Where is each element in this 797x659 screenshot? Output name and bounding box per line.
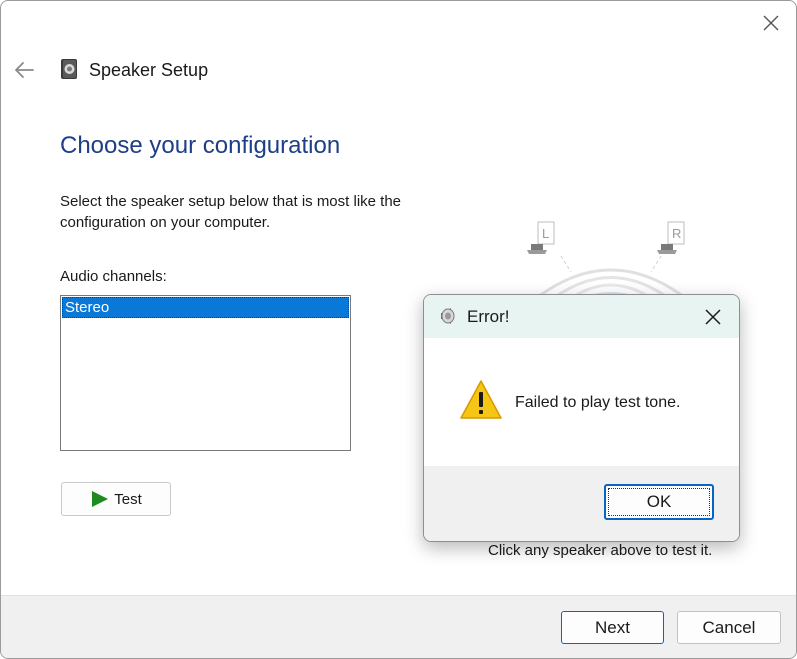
dialog-message: Failed to play test tone. (515, 394, 681, 411)
error-dialog: Error! Failed to play test tone. OK (423, 294, 740, 542)
speaker-icon (441, 308, 455, 324)
window-title: Speaker Setup (89, 60, 209, 80)
dialog-footer: OK (424, 466, 739, 541)
right-speaker[interactable]: R (657, 221, 685, 254)
warning-icon (460, 380, 502, 419)
list-item-stereo[interactable]: Stereo (62, 297, 349, 318)
test-hint: Click any speaker above to test it. (488, 542, 713, 559)
wizard-footer: Next Cancel (1, 595, 796, 658)
dialog-title-bar: Error! (424, 295, 739, 338)
speaker-diagram: L R (527, 221, 694, 306)
audio-channels-label: Audio channels: (60, 268, 167, 285)
page-heading: Choose your configuration (60, 132, 341, 159)
ok-button[interactable]: OK (604, 484, 714, 520)
right-speaker-label: R (672, 226, 681, 241)
back-arrow-icon[interactable] (11, 57, 37, 83)
page-description: Select the speaker setup below that is m… (60, 193, 402, 231)
cancel-button[interactable]: Cancel (677, 611, 781, 644)
speaker-icon (61, 59, 77, 79)
audio-channels-listbox[interactable]: Stereo (60, 295, 351, 451)
speaker-setup-window: Speaker Setup Choose your configuration … (0, 0, 797, 659)
dialog-title: Error! (467, 307, 510, 326)
close-icon (705, 309, 721, 325)
next-button[interactable]: Next (561, 611, 664, 644)
window-close-button[interactable] (753, 7, 789, 39)
play-icon (92, 491, 109, 507)
test-button[interactable]: Test (61, 482, 171, 516)
close-icon (763, 15, 779, 31)
dialog-close-button[interactable] (699, 304, 727, 330)
left-speaker-label: L (542, 226, 549, 241)
left-speaker[interactable]: L (527, 221, 555, 254)
test-button-label: Test (114, 490, 142, 508)
